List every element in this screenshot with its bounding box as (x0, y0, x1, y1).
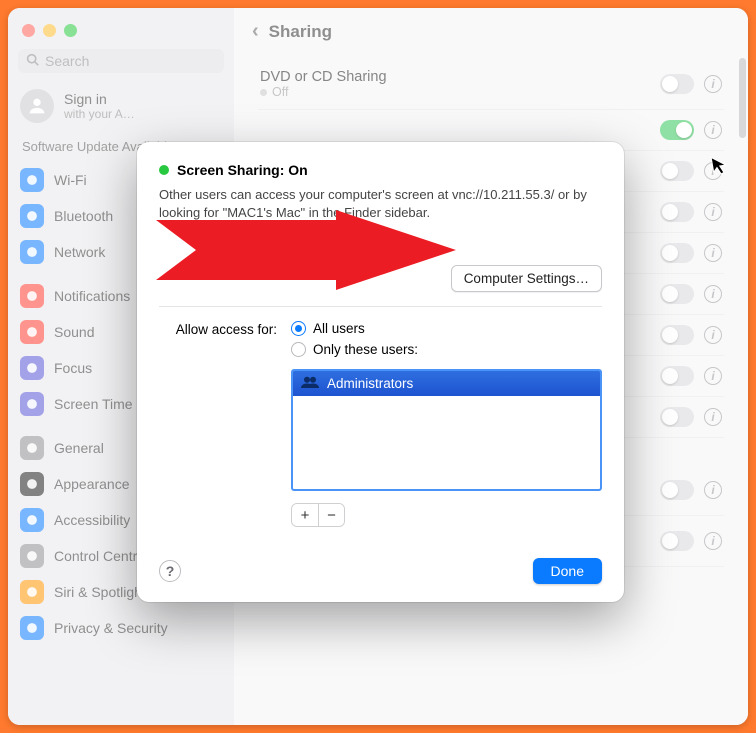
user-row-administrators[interactable]: Administrators (293, 371, 600, 396)
sidebar-icon (20, 168, 44, 192)
sidebar-item-label: Appearance (54, 476, 130, 492)
toggle[interactable] (660, 161, 694, 181)
sidebar-icon (20, 436, 44, 460)
traffic-lights (8, 18, 234, 49)
back-button[interactable]: ‹ (252, 20, 259, 43)
info-button[interactable]: i (704, 326, 722, 344)
toggle[interactable] (660, 325, 694, 345)
search-placeholder: Search (45, 53, 89, 69)
sidebar-item-label: Notifications (54, 288, 130, 304)
access-label: Allow access for: (159, 321, 277, 337)
sidebar-icon (20, 580, 44, 604)
minimize-window-button[interactable] (43, 24, 56, 37)
row-subtitle: Off (260, 85, 660, 99)
sidebar-item-label: Accessibility (54, 512, 130, 528)
sidebar-icon (20, 616, 44, 640)
info-button[interactable]: i (704, 203, 722, 221)
sidebar-item-label: Sound (54, 324, 94, 340)
toggle[interactable] (660, 243, 694, 263)
toggle[interactable] (660, 531, 694, 551)
zoom-window-button[interactable] (64, 24, 77, 37)
toggle[interactable] (660, 366, 694, 386)
user-name: Administrators (327, 376, 413, 391)
sidebar-item-label: Network (54, 244, 105, 260)
sidebar-icon (20, 240, 44, 264)
radio-all-users[interactable]: All users (291, 321, 602, 336)
search-icon (26, 53, 39, 69)
sidebar-item-label: Wi-Fi (54, 172, 87, 188)
toggle[interactable] (660, 74, 694, 94)
row-title: DVD or CD Sharing (260, 69, 660, 85)
info-button[interactable]: i (704, 121, 722, 139)
vertical-scrollbar[interactable] (739, 58, 746, 719)
sidebar-icon (20, 204, 44, 228)
status-dot-icon (159, 165, 169, 175)
sheet-description: Other users can access your computer's s… (159, 186, 602, 221)
toggle[interactable] (660, 480, 694, 500)
close-window-button[interactable] (22, 24, 35, 37)
info-button[interactable]: i (704, 244, 722, 262)
add-user-button[interactable]: + (292, 504, 318, 526)
info-button[interactable]: i (704, 408, 722, 426)
users-listbox[interactable]: Administrators (291, 369, 602, 491)
sidebar-icon (20, 508, 44, 532)
avatar-icon (20, 89, 54, 123)
divider (159, 306, 602, 307)
radio-label: All users (313, 321, 365, 336)
sidebar-item-label: General (54, 440, 104, 456)
sheet-title: Screen Sharing: On (177, 162, 308, 178)
sign-in-row[interactable]: Sign in with your A… (8, 85, 234, 135)
info-button[interactable]: i (704, 285, 722, 303)
remove-user-button[interactable]: − (318, 504, 344, 526)
radio-only-these-users[interactable]: Only these users: (291, 342, 602, 357)
info-button[interactable]: i (704, 532, 722, 550)
search-input[interactable]: Search (18, 49, 224, 73)
sidebar-icon (20, 284, 44, 308)
sidebar-item-privacy-security[interactable]: Privacy & Security (8, 610, 234, 646)
toggle[interactable] (660, 120, 694, 140)
info-button[interactable]: i (704, 481, 722, 499)
signin-title: Sign in (64, 91, 135, 107)
sidebar-icon (20, 392, 44, 416)
radio-label: Only these users: (313, 342, 418, 357)
info-button[interactable]: i (704, 367, 722, 385)
scrollbar-thumb[interactable] (739, 58, 746, 138)
toggle[interactable] (660, 284, 694, 304)
users-icon (301, 375, 319, 392)
sharing-row: DVD or CD SharingOff i (258, 59, 724, 110)
sidebar-icon (20, 544, 44, 568)
add-remove-group: + − (291, 503, 345, 527)
screen-sharing-sheet: Screen Sharing: On Other users can acces… (137, 142, 624, 602)
sidebar-item-label: Control Centre (54, 548, 145, 564)
toggle[interactable] (660, 407, 694, 427)
sidebar-icon (20, 472, 44, 496)
radio-icon (291, 321, 306, 336)
toggle[interactable] (660, 202, 694, 222)
done-button[interactable]: Done (533, 558, 602, 584)
computer-settings-button[interactable]: Computer Settings… (451, 265, 602, 292)
sidebar-icon (20, 356, 44, 380)
radio-icon (291, 342, 306, 357)
help-button[interactable]: ? (159, 560, 181, 582)
sidebar-item-label: Focus (54, 360, 92, 376)
sidebar-item-label: Privacy & Security (54, 620, 168, 636)
sidebar-item-label: Bluetooth (54, 208, 113, 224)
page-title: Sharing (269, 22, 332, 42)
info-button[interactable]: i (704, 75, 722, 93)
signin-subtitle: with your A… (64, 107, 135, 121)
sidebar-item-label: Siri & Spotlight (54, 584, 146, 600)
sidebar-icon (20, 320, 44, 344)
sidebar-item-label: Screen Time (54, 396, 133, 412)
